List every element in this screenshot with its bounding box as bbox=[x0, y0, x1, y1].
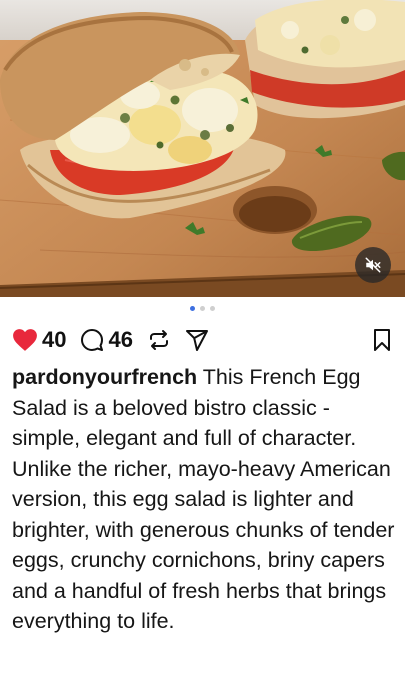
carousel-dot-2 bbox=[200, 306, 205, 311]
post-caption: pardonyourfrench This French Egg Salad i… bbox=[12, 362, 396, 637]
post-media[interactable] bbox=[0, 0, 405, 297]
mute-button[interactable] bbox=[355, 247, 391, 283]
egg-salad-sandwich-photo bbox=[0, 0, 405, 297]
post-action-bar: 40 46 bbox=[12, 324, 393, 356]
speaker-muted-icon bbox=[365, 257, 381, 273]
repost-icon bbox=[149, 330, 168, 350]
comment-bubble-icon bbox=[81, 329, 104, 351]
like-count: 40 bbox=[42, 327, 67, 352]
heart-filled-icon bbox=[13, 329, 37, 351]
save-button[interactable] bbox=[371, 328, 393, 352]
carousel-indicator bbox=[0, 306, 405, 311]
comment-button[interactable]: 46 bbox=[80, 327, 133, 353]
caption-text: This French Egg Salad is a beloved bistr… bbox=[12, 365, 395, 633]
like-button[interactable]: 40 bbox=[12, 327, 66, 353]
share-button[interactable] bbox=[185, 328, 209, 352]
caption-username[interactable]: pardonyourfrench bbox=[12, 365, 197, 389]
paper-plane-icon bbox=[185, 330, 208, 351]
bookmark-icon bbox=[374, 329, 390, 351]
carousel-dot-3 bbox=[210, 306, 215, 311]
comment-count: 46 bbox=[108, 327, 133, 352]
carousel-dot-1 bbox=[190, 306, 195, 311]
repost-button[interactable] bbox=[147, 328, 171, 352]
